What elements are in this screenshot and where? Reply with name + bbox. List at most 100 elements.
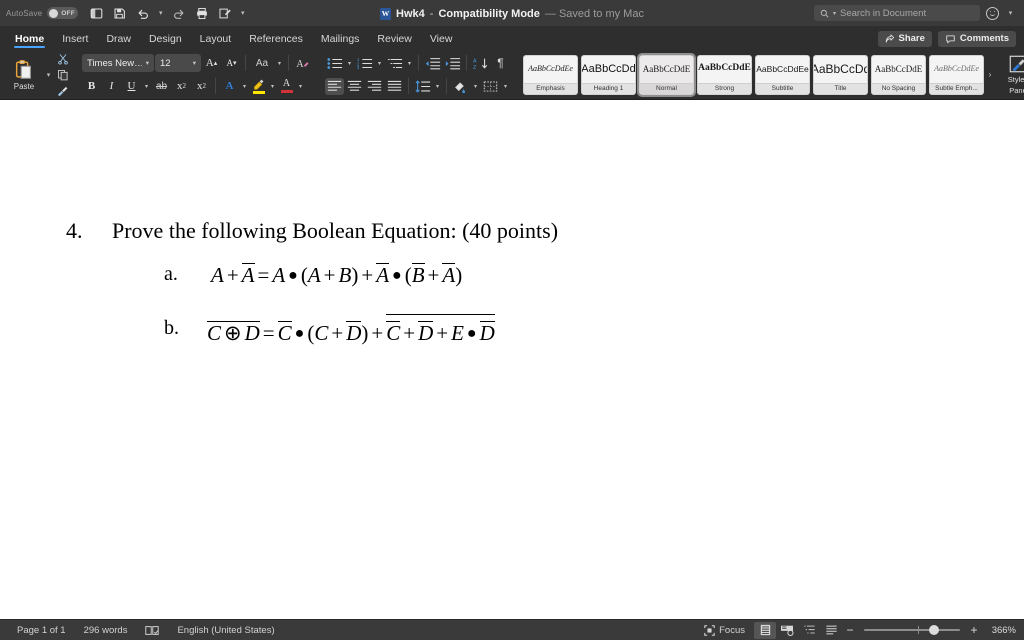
styles-pane-button[interactable]: Styles Pane (996, 52, 1024, 98)
strikethrough-button[interactable]: ab (152, 77, 171, 96)
zoom-in-button[interactable]: + (966, 623, 982, 637)
clear-formatting-button[interactable]: A (293, 54, 313, 73)
font-name-select[interactable]: Times New… ▾ (82, 54, 154, 72)
line-spacing-dropdown-icon[interactable]: ▾ (433, 77, 442, 96)
tab-review[interactable]: Review (368, 27, 420, 50)
tab-layout[interactable]: Layout (191, 27, 241, 50)
subscript-button[interactable]: x2 (172, 77, 191, 96)
style-card-title[interactable]: AaBbCcDd Title (813, 54, 868, 95)
bold-button[interactable]: B (82, 77, 101, 96)
styles-gallery-more-icon[interactable]: › (984, 70, 996, 79)
print-icon[interactable] (191, 3, 212, 24)
font-size-value: 12 (160, 57, 171, 69)
show-formatting-marks-icon[interactable]: ¶ (491, 55, 510, 72)
save-icon[interactable] (109, 3, 130, 24)
tab-design[interactable]: Design (140, 27, 191, 50)
sort-icon[interactable]: AZ (471, 55, 490, 72)
tab-mailings[interactable]: Mailings (312, 27, 369, 50)
search-input[interactable]: ▾ Search in Document (814, 5, 980, 21)
align-left-icon[interactable] (325, 77, 344, 95)
paste-button[interactable]: Paste (6, 52, 42, 98)
tab-references[interactable]: References (240, 27, 312, 50)
shading-dropdown-icon[interactable]: ▾ (471, 77, 480, 96)
copy-icon[interactable] (55, 68, 70, 81)
web-layout-view-button[interactable] (776, 622, 798, 639)
increase-indent-icon[interactable] (443, 55, 462, 72)
borders-dropdown-icon[interactable]: ▾ (501, 77, 510, 96)
format-painter-icon[interactable] (55, 84, 70, 97)
underline-button[interactable]: U (122, 77, 141, 96)
decrease-indent-icon[interactable] (423, 55, 442, 72)
tab-view[interactable]: View (421, 27, 462, 50)
word-count[interactable]: 296 words (75, 625, 137, 636)
zoom-slider-knob[interactable] (929, 625, 940, 635)
outline-view-button[interactable] (798, 622, 820, 639)
shrink-font-button[interactable]: A ▾ (222, 54, 241, 73)
bullets-icon[interactable] (325, 55, 344, 72)
save-as-icon[interactable] (86, 3, 107, 24)
review-icon[interactable] (214, 3, 235, 24)
highlight-button[interactable] (250, 77, 267, 96)
style-card-no-spacing[interactable]: AaBbCcDdE No Spacing (871, 54, 926, 95)
line-spacing-icon[interactable] (413, 78, 432, 95)
proofing-icon[interactable] (136, 625, 168, 636)
draft-view-button[interactable] (820, 622, 842, 639)
autosave-toggle[interactable]: AutoSave OFF (6, 7, 79, 19)
font-color-button[interactable]: A (278, 77, 295, 96)
superscript-button[interactable]: x2 (192, 77, 211, 96)
style-card-normal[interactable]: AaBbCcDdE Normal (637, 52, 696, 97)
zoom-level-label[interactable]: 366% (982, 625, 1016, 636)
justify-icon[interactable] (385, 78, 404, 95)
ribbon-options-icon[interactable]: ▾ (1005, 9, 1016, 17)
numbering-dropdown-icon[interactable]: ▾ (375, 54, 384, 73)
undo-icon[interactable] (132, 3, 153, 24)
zoom-out-button[interactable]: − (842, 623, 858, 637)
numbering-icon[interactable]: 123 (355, 55, 374, 72)
change-case-button[interactable]: Aa (250, 54, 274, 73)
font-color-swatch (280, 90, 293, 93)
document-page[interactable]: 4. Prove the following Boolean Equation:… (0, 100, 1024, 619)
autosave-switch[interactable]: OFF (47, 7, 79, 19)
style-card-strong[interactable]: AaBbCcDdE Strong (697, 54, 752, 95)
chevron-down-icon: ▾ (145, 60, 149, 67)
focus-button[interactable]: Focus (695, 625, 754, 636)
style-card-subtitle[interactable]: AaBbCcDdEe Subtitle (755, 54, 810, 95)
text-effects-dropdown-icon[interactable]: ▾ (240, 77, 249, 96)
divider-font-c (215, 78, 216, 94)
feedback-smiley-icon[interactable] (986, 6, 999, 20)
multilevel-dropdown-icon[interactable]: ▾ (405, 54, 414, 73)
style-card-emphasis[interactable]: AaBbCcDdEe Emphasis (523, 54, 578, 95)
bullets-dropdown-icon[interactable]: ▾ (345, 54, 354, 73)
tab-home[interactable]: Home (6, 27, 53, 50)
share-button[interactable]: Share (877, 30, 932, 47)
style-card-heading-1[interactable]: AaBbCcDd Heading 1 (581, 54, 636, 95)
zoom-slider[interactable] (864, 622, 960, 639)
italic-button[interactable]: I (102, 77, 121, 96)
print-layout-view-button[interactable] (754, 621, 776, 639)
comments-button[interactable]: Comments (937, 30, 1016, 47)
grow-font-button[interactable]: A ▴ (202, 54, 221, 73)
undo-dropdown-icon[interactable]: ▾ (155, 9, 166, 17)
language-indicator[interactable]: English (United States) (168, 625, 283, 636)
page-count[interactable]: Page 1 of 1 (8, 625, 75, 636)
align-right-icon[interactable] (365, 78, 384, 95)
tab-insert[interactable]: Insert (53, 27, 97, 50)
paste-dropdown-icon[interactable]: ▾ (43, 71, 54, 79)
sym-C: C (207, 321, 222, 345)
align-center-icon[interactable] (345, 78, 364, 95)
tab-draw[interactable]: Draw (97, 27, 140, 50)
change-case-dropdown-icon[interactable]: ▾ (275, 54, 284, 73)
text-effects-button[interactable]: A (220, 77, 239, 96)
font-size-select[interactable]: 12 ▾ (155, 54, 201, 72)
redo-icon[interactable] (168, 3, 189, 24)
document-canvas[interactable]: 4. Prove the following Boolean Equation:… (0, 100, 1024, 619)
font-color-dropdown-icon[interactable]: ▾ (296, 77, 305, 96)
cut-icon[interactable] (55, 52, 70, 65)
borders-icon[interactable] (481, 78, 500, 95)
shading-icon[interactable] (451, 78, 470, 95)
multilevel-list-icon[interactable] (385, 55, 404, 72)
underline-dropdown-icon[interactable]: ▾ (142, 77, 151, 96)
style-card-subtle-emphasis[interactable]: AaBbCcDdEe Subtle Emph... (929, 54, 984, 95)
highlight-dropdown-icon[interactable]: ▾ (268, 77, 277, 96)
customize-qat-icon[interactable]: ▾ (237, 9, 248, 17)
